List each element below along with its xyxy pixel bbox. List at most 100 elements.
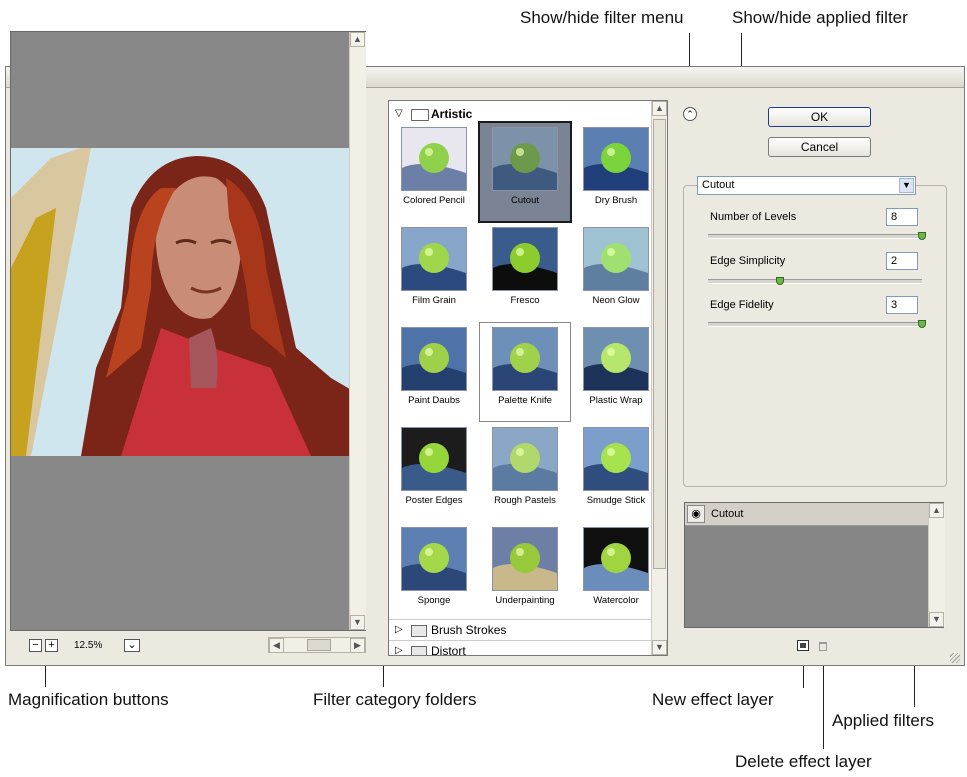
simplicity-field[interactable]: 2 bbox=[886, 252, 918, 270]
levels-field[interactable]: 8 bbox=[886, 208, 918, 226]
filter-label: Poster Edges bbox=[405, 495, 463, 506]
filter-thumbnail[interactable]: Poster Edges bbox=[389, 423, 479, 521]
visibility-eye-icon[interactable]: ◉ bbox=[687, 505, 705, 523]
filter-preview-image bbox=[492, 327, 558, 391]
filter-label: Film Grain bbox=[412, 295, 456, 306]
simplicity-label: Edge Simplicity bbox=[710, 255, 786, 267]
callout-show-hide-filter-menu: Show/hide filter menu bbox=[520, 8, 684, 27]
simplicity-slider-thumb[interactable] bbox=[776, 277, 784, 285]
layers-vertical-scrollbar[interactable]: ▲ ▼ bbox=[928, 503, 945, 627]
zoom-out-button[interactable]: − bbox=[29, 639, 42, 652]
effect-layer-label: Cutout bbox=[711, 508, 744, 520]
preview-image bbox=[11, 148, 365, 456]
filter-thumbnail[interactable]: Dry Brush bbox=[571, 123, 661, 221]
filter-select[interactable]: Cutout ▼ bbox=[697, 176, 916, 195]
filter-thumbnail[interactable]: Rough Pastels bbox=[480, 423, 570, 521]
filter-label: Palette Knife bbox=[498, 395, 552, 406]
simplicity-slider[interactable] bbox=[708, 279, 922, 284]
preview-horizontal-scrollbar[interactable]: ◀ ▶ bbox=[268, 637, 366, 653]
zoom-in-button[interactable]: + bbox=[45, 639, 58, 652]
filter-label: Plastic Wrap bbox=[589, 395, 643, 406]
filter-gallery: ▽ Artistic Colored Pencil Cutout Dry Brush… bbox=[388, 100, 668, 656]
filter-thumbnail[interactable]: Fresco bbox=[480, 223, 570, 321]
filter-preview-image bbox=[583, 227, 649, 291]
filter-label: Colored Pencil bbox=[403, 195, 465, 206]
filter-thumbnail[interactable]: Smudge Stick bbox=[571, 423, 661, 521]
filter-thumbnail[interactable]: Cutout bbox=[478, 121, 572, 223]
filter-label: Paint Daubs bbox=[408, 395, 460, 406]
fidelity-slider[interactable] bbox=[708, 322, 922, 327]
levels-slider-thumb[interactable] bbox=[918, 232, 926, 240]
fidelity-label: Edge Fidelity bbox=[710, 299, 774, 311]
filter-preview-image bbox=[401, 527, 467, 591]
filter-thumbnail[interactable]: Sponge bbox=[389, 523, 479, 621]
filter-thumbnail[interactable]: Paint Daubs bbox=[389, 323, 479, 421]
scroll-thumb[interactable] bbox=[307, 639, 331, 651]
filter-label: Neon Glow bbox=[592, 295, 640, 306]
filter-preview-image bbox=[583, 327, 649, 391]
callout-delete-effect-layer: Delete effect layer bbox=[735, 752, 872, 771]
zoom-dropdown-icon[interactable]: ⌄ bbox=[124, 639, 140, 652]
cancel-button[interactable]: Cancel bbox=[768, 137, 871, 157]
gallery-vertical-scrollbar[interactable]: ▲ ▼ bbox=[651, 101, 667, 655]
new-layer-icon bbox=[800, 643, 806, 648]
filter-thumbnails-grid: Colored Pencil Cutout Dry Brush Film Grain F… bbox=[389, 121, 651, 613]
resize-grip-icon[interactable] bbox=[950, 653, 960, 663]
fidelity-field[interactable]: 3 bbox=[886, 296, 918, 314]
category-brush-strokes[interactable]: ▷ Brush Strokes bbox=[389, 619, 651, 641]
callout-show-hide-applied-filter: Show/hide applied filter bbox=[732, 8, 908, 27]
preview-area[interactable]: ▲ ▼ bbox=[10, 31, 366, 631]
gallery-scroll-thumb[interactable] bbox=[653, 119, 666, 569]
scroll-up-icon[interactable]: ▲ bbox=[929, 503, 944, 518]
filter-preview-image bbox=[401, 127, 467, 191]
filter-label: Sponge bbox=[417, 595, 451, 606]
filter-label: Smudge Stick bbox=[586, 495, 646, 506]
filter-preview-image bbox=[401, 227, 467, 291]
delete-effect-layer-button[interactable] bbox=[818, 640, 829, 652]
filter-thumbnail[interactable]: Underpainting bbox=[480, 523, 570, 621]
folder-icon bbox=[411, 646, 427, 655]
new-effect-layer-button[interactable] bbox=[797, 640, 809, 651]
filter-thumbnail[interactable]: Plastic Wrap bbox=[571, 323, 661, 421]
effect-layer-row[interactable]: ◉ Cutout bbox=[685, 503, 928, 526]
scroll-up-icon[interactable]: ▲ bbox=[350, 32, 365, 47]
scroll-down-icon[interactable]: ▼ bbox=[929, 612, 944, 627]
levels-slider[interactable] bbox=[708, 234, 922, 239]
filter-thumbnail[interactable]: Neon Glow bbox=[571, 223, 661, 321]
filter-settings-panel bbox=[683, 185, 947, 487]
category-artistic[interactable]: ▽ Artistic bbox=[389, 104, 651, 124]
filter-thumbnail[interactable]: Film Grain bbox=[389, 223, 479, 321]
effect-layers-panel: ◉ Cutout ▲ ▼ bbox=[684, 502, 945, 628]
scroll-right-icon[interactable]: ▶ bbox=[350, 638, 365, 653]
filter-label: Underpainting bbox=[495, 595, 555, 606]
filter-thumbnail[interactable]: Colored Pencil bbox=[389, 123, 479, 221]
scroll-down-icon[interactable]: ▼ bbox=[350, 615, 365, 630]
filter-preview-image bbox=[492, 227, 558, 291]
ok-button[interactable]: OK bbox=[768, 107, 871, 127]
category-distort[interactable]: ▷ Distort bbox=[389, 641, 651, 656]
filter-preview-image bbox=[401, 327, 467, 391]
chevron-down-icon: ▽ bbox=[395, 108, 403, 119]
filter-label: Dry Brush bbox=[594, 195, 638, 206]
show-hide-filter-menu-button[interactable]: ⌃ bbox=[683, 107, 697, 121]
scroll-left-icon[interactable]: ◀ bbox=[269, 638, 284, 653]
chevron-right-icon: ▷ bbox=[395, 645, 403, 656]
callout-magnification-buttons: Magnification buttons bbox=[8, 690, 169, 709]
chevron-down-icon[interactable]: ▼ bbox=[899, 178, 914, 193]
fidelity-slider-thumb[interactable] bbox=[918, 320, 926, 328]
scroll-down-icon[interactable]: ▼ bbox=[652, 640, 667, 655]
trash-icon bbox=[819, 642, 827, 651]
filter-thumbnail[interactable]: Palette Knife bbox=[479, 322, 571, 422]
folder-icon bbox=[411, 625, 427, 637]
filter-label: Rough Pastels bbox=[494, 495, 556, 506]
preview-vertical-scrollbar[interactable]: ▲ ▼ bbox=[349, 32, 366, 630]
callout-filter-category-folders: Filter category folders bbox=[313, 690, 477, 709]
filter-thumbnail[interactable]: Watercolor bbox=[571, 523, 661, 621]
double-chevron-up-icon: ⌃ bbox=[686, 109, 694, 119]
filter-label: Cutout bbox=[511, 195, 539, 206]
filter-preview-image bbox=[492, 427, 558, 491]
chevron-right-icon: ▷ bbox=[395, 624, 403, 635]
levels-label: Number of Levels bbox=[710, 211, 797, 223]
filter-preview-image bbox=[583, 127, 649, 191]
scroll-up-icon[interactable]: ▲ bbox=[652, 101, 667, 116]
